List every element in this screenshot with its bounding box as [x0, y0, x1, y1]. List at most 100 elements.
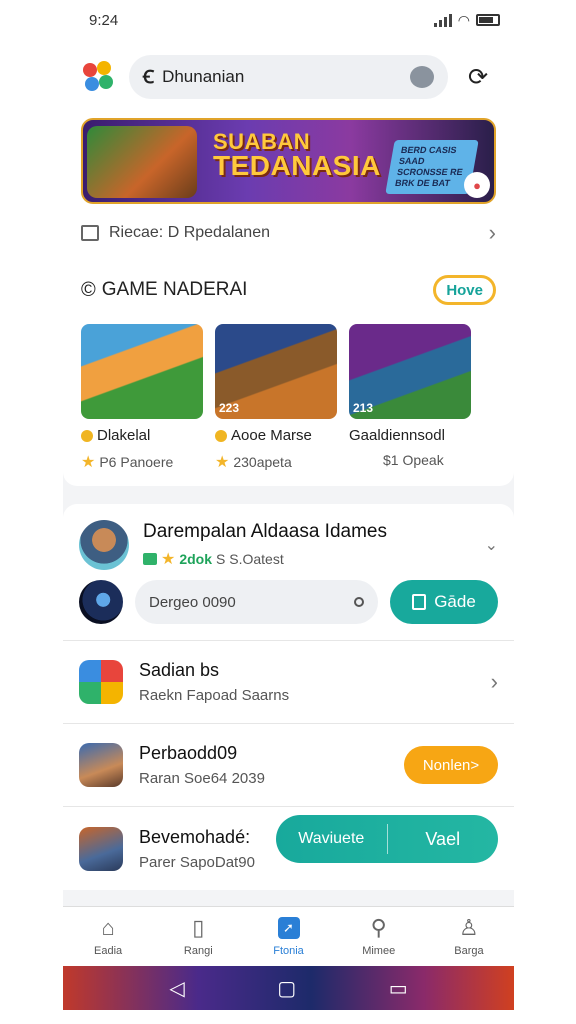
coin-icon — [81, 429, 93, 442]
game-name-text: Gaaldiennsodl — [349, 427, 445, 444]
split-action-button[interactable]: Waviuete Vael — [276, 815, 498, 863]
avatar[interactable] — [79, 520, 129, 570]
search-icon: ⚲ — [370, 914, 387, 940]
status-bar: 9:24 ◠ — [63, 0, 514, 40]
tab-label: Mimee — [362, 944, 396, 957]
book-icon: ▯ — [192, 914, 205, 940]
section-title-text: GAME NADERAI — [101, 279, 248, 300]
door-icon — [412, 594, 427, 610]
bottom-tab-bar: ⌂ Eadia ▯ Rangi ➚ Ftonia ⚲ Mimee ♙ Barga — [63, 906, 514, 966]
tab-profile[interactable]: ♙ Barga — [424, 907, 514, 966]
game-card[interactable]: 213 Gaaldiennsodl $1 Opeak — [349, 324, 471, 472]
input-row: Dergeo 0090 Gāde — [63, 580, 514, 641]
banner-title-line2: TEDANASIA — [213, 150, 381, 181]
orb-icon[interactable] — [79, 580, 123, 624]
split-button-left[interactable]: Waviuete — [276, 830, 387, 848]
app-icon — [79, 660, 123, 704]
profile-sub: ★ 2dok S S.Oatest — [143, 549, 471, 569]
chevron-down-icon[interactable]: ⌄ — [485, 535, 498, 555]
game-meta-text: $1 Opeak — [383, 452, 444, 468]
profile-points: 2dok — [179, 551, 213, 567]
promo-banner[interactable]: SUABAN TEDANASIA BERD CASIS SAAD SCRONSS… — [81, 118, 496, 204]
clear-icon[interactable] — [354, 597, 364, 607]
list-item-title: Perbaodd09 — [139, 743, 238, 763]
banner-badge-icon: ● — [464, 172, 490, 198]
banner-title: SUABAN TEDANASIA — [213, 130, 381, 181]
game-name: Gaaldiennsodl — [349, 427, 471, 444]
game-icon — [143, 553, 157, 565]
back-icon[interactable]: ◁ — [169, 976, 184, 1001]
game-meta: $1 Opeak — [349, 452, 471, 468]
top-bar: Ꞓ Dhunanian ⟳ — [81, 48, 496, 106]
list-item-button[interactable]: Nonlen> — [404, 746, 498, 784]
game-card[interactable]: 223 Aooe Marse ★ 230apeta — [215, 324, 337, 472]
search-input[interactable]: Dhunanian — [162, 67, 402, 87]
tab-search[interactable]: ⚲ Mimee — [334, 907, 424, 966]
go-button-label: Gāde — [434, 592, 476, 611]
game-name: Dlakelal — [81, 427, 203, 444]
chevron-right-icon: › — [490, 669, 498, 694]
chevron-right-icon: › — [488, 220, 496, 245]
go-button[interactable]: Gāde — [390, 580, 498, 624]
code-input-text[interactable]: Dergeo 0090 — [149, 594, 354, 611]
game-number: 213 — [353, 401, 374, 415]
tab-home[interactable]: ⌂ Eadia — [63, 907, 153, 966]
list-item-title: Sadian bs — [139, 660, 220, 680]
calendar-icon — [81, 225, 99, 241]
phone-screen: 9:24 ◠ Ꞓ Dhunanian ⟳ SUABAN TEDANASIA BE… — [63, 0, 514, 1010]
signal-icon — [433, 13, 452, 27]
coin-icon — [215, 429, 227, 442]
info-row[interactable]: Riecae: D Rpedalanen › — [81, 204, 496, 262]
profile-text: Darempalan Aldaasa Idames ★ 2dok S S.Oat… — [143, 521, 471, 569]
recents-icon[interactable]: ▭ — [389, 976, 408, 1001]
home-icon: ⌂ — [101, 914, 115, 940]
game-name-text: Aooe Marse — [231, 427, 312, 444]
tab-label: Rangi — [183, 944, 213, 957]
game-name: Aooe Marse — [215, 427, 337, 444]
status-icons: ◠ — [433, 11, 500, 29]
section-header: © GAME NADERAI Hove — [81, 262, 496, 318]
game-card[interactable]: Dlakelal ★ P6 Panoere — [81, 324, 203, 472]
list-item-text: Perbaodd09 Raran Soe64 2039 — [139, 743, 388, 787]
list-item-text: Sadian bs Raekn Fapoad Saarns — [139, 660, 475, 704]
star-icon: ★ — [81, 454, 96, 471]
person-icon: ♙ — [459, 914, 479, 940]
wifi-icon: ◠ — [457, 11, 470, 28]
app-logo-icon[interactable] — [81, 59, 117, 95]
tab-library[interactable]: ▯ Rangi — [153, 907, 243, 966]
game-meta-text: 230apeta — [233, 454, 292, 470]
list-item-sub: Raran Soe64 2039 — [139, 770, 265, 787]
tab-active[interactable]: ➚ Ftonia — [243, 907, 333, 966]
app-icon — [79, 743, 123, 787]
tab-label: Ftonia — [273, 944, 304, 957]
split-button-right[interactable]: Vael — [388, 829, 499, 850]
info-label: Riecae: D Rpedalanen — [109, 224, 270, 241]
system-nav-bar: ◁ ▢ ▭ — [63, 966, 514, 1010]
list-item[interactable]: Sadian bs Raekn Fapoad Saarns › — [63, 641, 514, 724]
profile-row[interactable]: Darempalan Aldaasa Idames ★ 2dok S S.Oat… — [63, 504, 514, 580]
voice-search-icon[interactable] — [410, 66, 434, 88]
game-thumbnail: 213 — [349, 324, 471, 419]
profile-name: Darempalan Aldaasa Idames — [143, 521, 387, 542]
game-number: 223 — [219, 401, 240, 415]
status-time: 9:24 — [89, 11, 119, 29]
banner-characters-image — [87, 126, 197, 198]
game-thumbnail — [81, 324, 203, 419]
sync-icon[interactable]: ⟳ — [460, 59, 496, 95]
bottom-card: Darempalan Aldaasa Idames ★ 2dok S S.Oat… — [63, 504, 514, 890]
search-bar[interactable]: Ꞓ Dhunanian — [129, 55, 448, 99]
game-thumbnail: 223 — [215, 324, 337, 419]
copyright-icon: © — [81, 278, 96, 301]
game-meta-text: P6 Panoere — [99, 454, 174, 470]
more-button[interactable]: Hove — [433, 275, 496, 305]
star-icon: ★ — [161, 551, 176, 568]
code-input[interactable]: Dergeo 0090 — [135, 580, 378, 624]
game-name-text: Dlakelal — [97, 427, 151, 444]
list-item[interactable]: Perbaodd09 Raran Soe64 2039 Nonlen> — [63, 724, 514, 807]
app-icon — [79, 826, 123, 871]
home-nav-icon[interactable]: ▢ — [277, 976, 296, 1001]
list-item-sub: Raekn Fapoad Saarns — [139, 687, 290, 704]
tab-label: Barga — [454, 944, 484, 957]
top-card: Ꞓ Dhunanian ⟳ SUABAN TEDANASIA BERD CASI… — [63, 40, 514, 486]
list-item[interactable]: Bevemohadé: Parer SapoDat90 Waviuete Vae… — [63, 807, 514, 890]
